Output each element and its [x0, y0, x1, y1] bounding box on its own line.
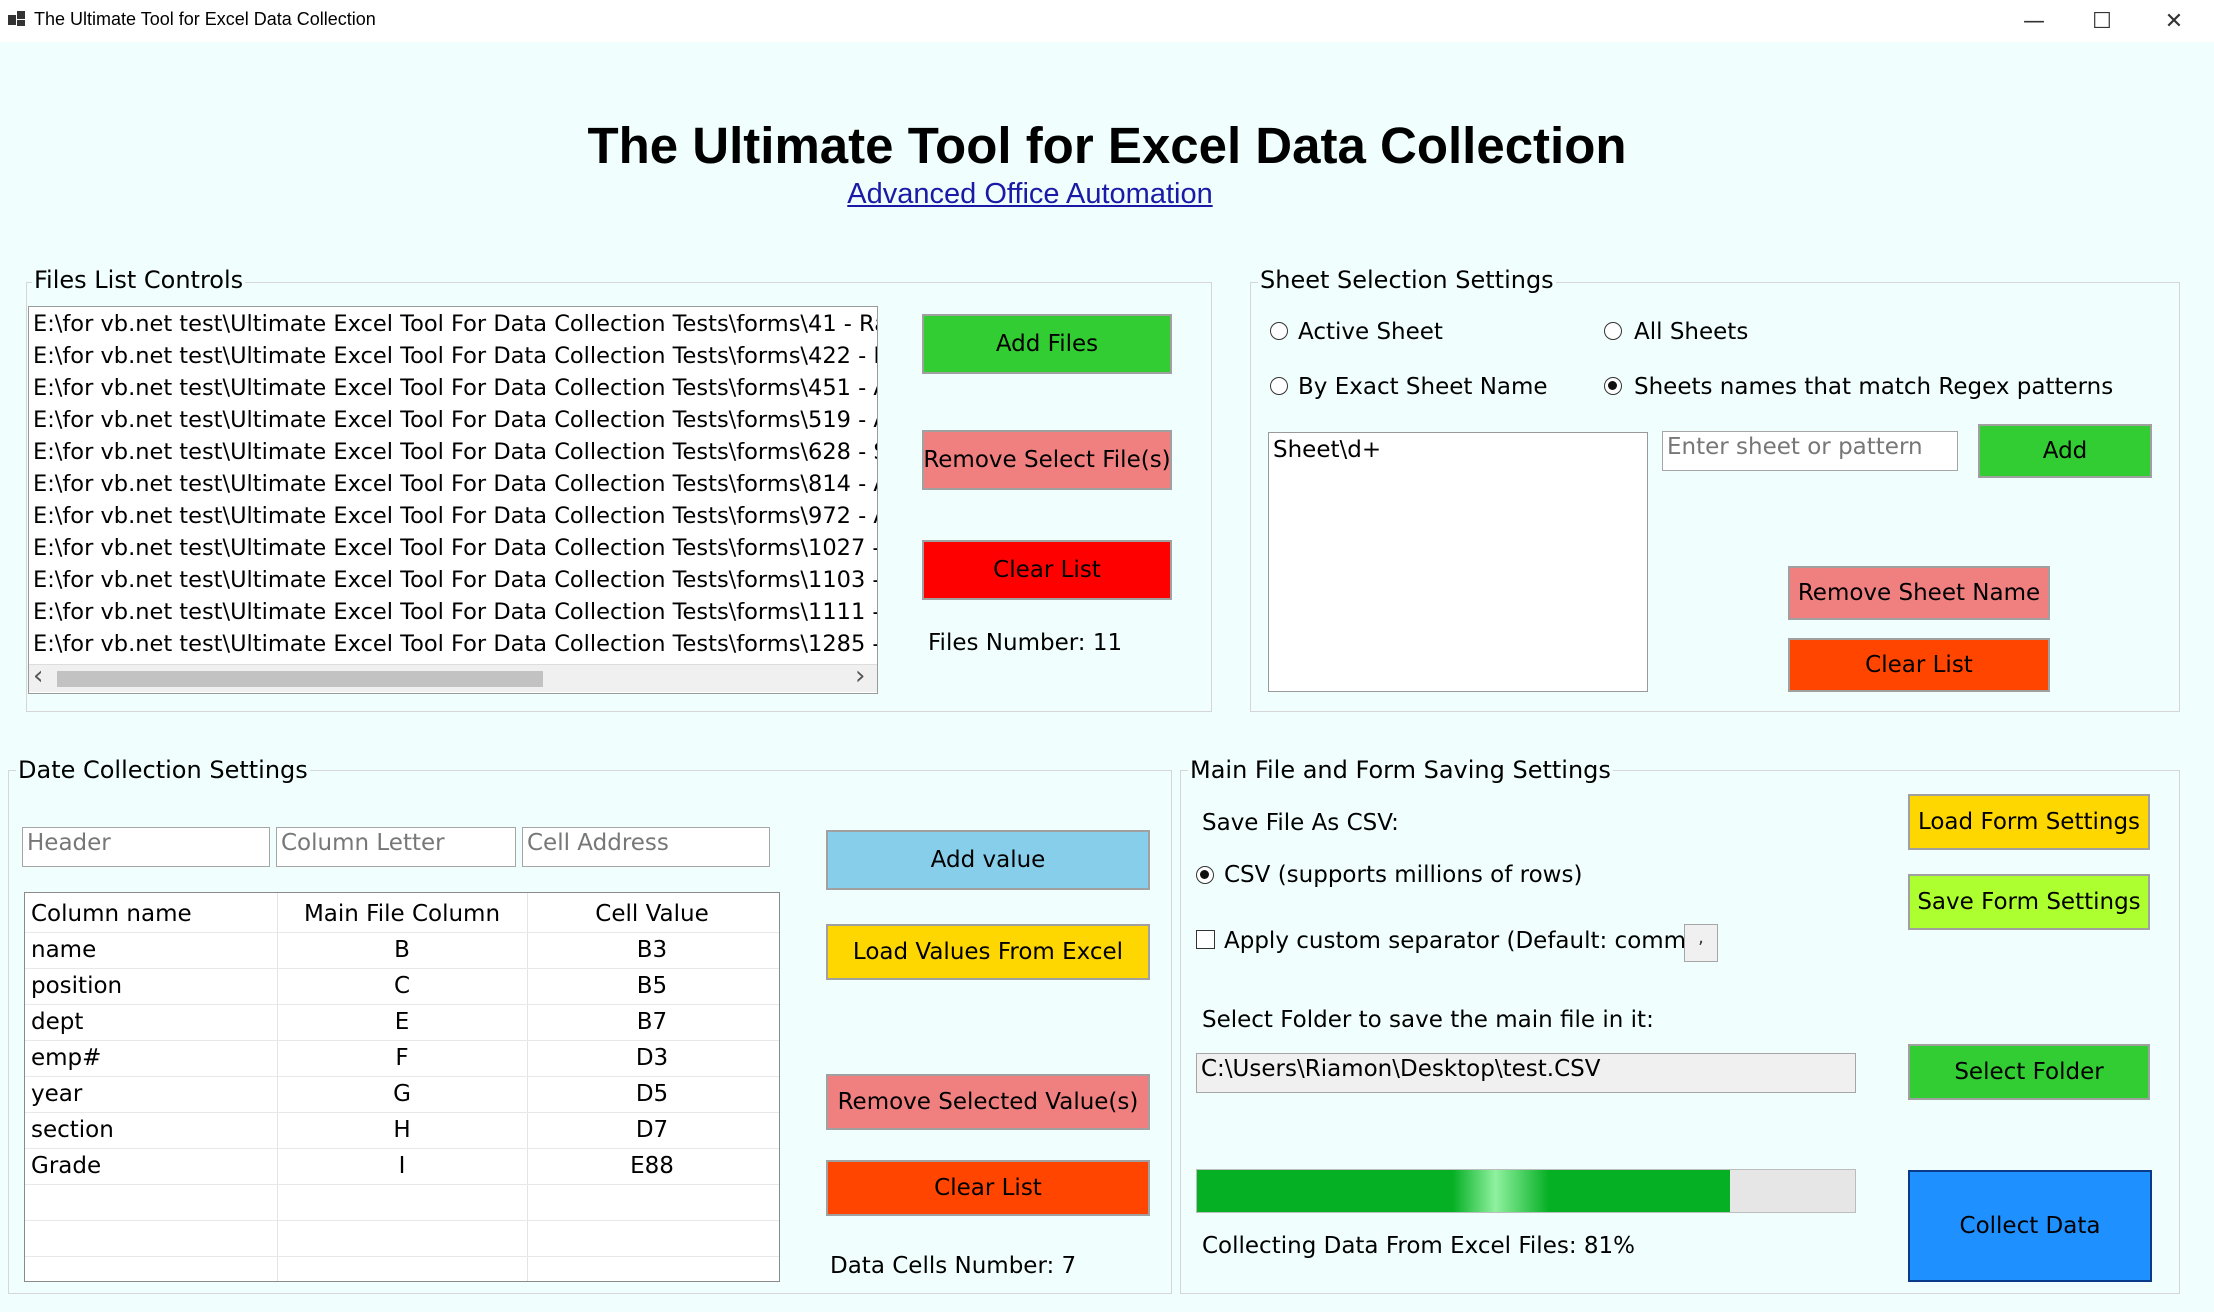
clear-files-button[interactable]: Clear List — [922, 540, 1172, 600]
progress-status-label: Collecting Data From Excel Files: 81% — [1202, 1233, 1635, 1259]
file-item[interactable]: E:\for vb.net test\Ultimate Excel Tool F… — [33, 439, 878, 465]
progress-bar — [1196, 1169, 1856, 1213]
sheet-patterns-listbox[interactable]: Sheet\d+ — [1268, 432, 1648, 692]
sheet-pattern-input[interactable]: Enter sheet or pattern — [1662, 431, 1958, 471]
file-item[interactable]: E:\for vb.net test\Ultimate Excel Tool F… — [33, 599, 878, 625]
progress-bar-fill — [1197, 1170, 1730, 1212]
file-item[interactable]: E:\for vb.net test\Ultimate Excel Tool F… — [33, 471, 878, 497]
table-cell[interactable]: I — [277, 1153, 527, 1179]
save-as-csv-heading: Save File As CSV: — [1202, 810, 1399, 836]
column-header[interactable]: Main File Column — [277, 901, 527, 927]
header-input[interactable]: Header — [22, 827, 270, 867]
csv-option-label: CSV (supports millions of rows) — [1224, 862, 1582, 888]
table-cell[interactable]: D5 — [527, 1081, 777, 1107]
advanced-office-automation-link[interactable]: Advanced Office Automation — [0, 178, 2060, 211]
file-item[interactable]: E:\for vb.net test\Ultimate Excel Tool F… — [33, 535, 878, 561]
load-values-from-excel-button[interactable]: Load Values From Excel — [826, 924, 1150, 980]
file-item[interactable]: E:\for vb.net test\Ultimate Excel Tool F… — [33, 631, 878, 657]
app-icon — [8, 11, 26, 29]
sheet-pattern-item[interactable]: Sheet\d+ — [1273, 437, 1381, 463]
table-cell[interactable]: G — [277, 1081, 527, 1107]
add-files-button[interactable]: Add Files — [922, 314, 1172, 374]
table-cell[interactable]: B7 — [527, 1009, 777, 1035]
all-sheets-radio[interactable] — [1604, 322, 1622, 340]
table-cell[interactable]: year — [31, 1081, 82, 1107]
table-cell[interactable]: name — [31, 937, 96, 963]
exact-sheet-name-radio[interactable] — [1270, 377, 1288, 395]
data-cells-count-label: Data Cells Number: 7 — [830, 1253, 1076, 1279]
column-header[interactable]: Cell Value — [527, 901, 777, 927]
maximize-button[interactable]: ☐ — [2068, 0, 2136, 42]
clear-sheet-list-button[interactable]: Clear List — [1788, 638, 2050, 692]
clear-values-button[interactable]: Clear List — [826, 1160, 1150, 1216]
custom-separator-label: Apply custom separator (Default: comma) — [1224, 928, 1709, 954]
file-item[interactable]: E:\for vb.net test\Ultimate Excel Tool F… — [33, 567, 878, 593]
custom-separator-checkbox[interactable] — [1196, 930, 1215, 949]
table-cell[interactable]: Grade — [31, 1153, 101, 1179]
file-item[interactable]: E:\for vb.net test\Ultimate Excel Tool F… — [33, 311, 878, 337]
table-cell[interactable]: E — [277, 1009, 527, 1035]
add-value-button[interactable]: Add value — [826, 830, 1150, 890]
table-cell[interactable]: position — [31, 973, 122, 999]
table-cell[interactable]: B — [277, 937, 527, 963]
column-header[interactable]: Column name — [31, 901, 192, 927]
cell-address-input[interactable]: Cell Address — [522, 827, 770, 867]
remove-sheet-name-button[interactable]: Remove Sheet Name — [1788, 566, 2050, 620]
exact-sheet-name-label: By Exact Sheet Name — [1298, 374, 1548, 400]
save-form-settings-button[interactable]: Save Form Settings — [1908, 874, 2150, 930]
file-item[interactable]: E:\for vb.net test\Ultimate Excel Tool F… — [33, 503, 878, 529]
remove-selected-files-button[interactable]: Remove Select File(s) — [922, 430, 1172, 490]
files-list-group-label: Files List Controls — [32, 266, 245, 294]
window-title: The Ultimate Tool for Excel Data Collect… — [34, 9, 376, 30]
csv-radio[interactable] — [1196, 866, 1214, 884]
select-folder-label: Select Folder to save the main file in i… — [1202, 1007, 1654, 1033]
data-values-grid[interactable]: Column name Main File Column Cell Value … — [24, 892, 780, 1282]
table-cell[interactable]: C — [277, 973, 527, 999]
minimize-button[interactable]: — — [2000, 0, 2068, 42]
table-cell[interactable]: emp# — [31, 1045, 101, 1071]
folder-path-input[interactable]: C:\Users\Riamon\Desktop\test.CSV — [1196, 1053, 1856, 1093]
regex-pattern-label: Sheets names that match Regex patterns — [1634, 374, 2113, 400]
regex-pattern-radio[interactable] — [1604, 377, 1622, 395]
table-cell[interactable]: dept — [31, 1009, 83, 1035]
file-item[interactable]: E:\for vb.net test\Ultimate Excel Tool F… — [33, 343, 878, 369]
file-item[interactable]: E:\for vb.net test\Ultimate Excel Tool F… — [33, 407, 878, 433]
table-cell[interactable]: B5 — [527, 973, 777, 999]
table-cell[interactable]: B3 — [527, 937, 777, 963]
page-title: The Ultimate Tool for Excel Data Collect… — [0, 116, 2214, 175]
table-cell[interactable]: E88 — [527, 1153, 777, 1179]
files-listbox[interactable]: E:\for vb.net test\Ultimate Excel Tool F… — [28, 306, 878, 694]
table-cell[interactable]: section — [31, 1117, 114, 1143]
sheet-selection-group-label: Sheet Selection Settings — [1258, 266, 1556, 294]
files-count-label: Files Number: 11 — [928, 630, 1122, 656]
file-item[interactable]: E:\for vb.net test\Ultimate Excel Tool F… — [33, 375, 878, 401]
close-button[interactable]: ✕ — [2140, 0, 2208, 42]
select-folder-button[interactable]: Select Folder — [1908, 1044, 2150, 1100]
load-form-settings-button[interactable]: Load Form Settings — [1908, 794, 2150, 850]
active-sheet-label: Active Sheet — [1298, 319, 1443, 345]
collect-data-button[interactable]: Collect Data — [1908, 1170, 2152, 1282]
all-sheets-label: All Sheets — [1634, 319, 1748, 345]
files-horizontal-scrollbar[interactable]: ‹ › — [29, 664, 877, 692]
scroll-left-arrow-icon[interactable]: ‹ — [33, 661, 43, 691]
column-letter-input[interactable]: Column Letter — [276, 827, 516, 867]
table-cell[interactable]: H — [277, 1117, 527, 1143]
separator-input[interactable]: , — [1684, 924, 1718, 962]
save-settings-group-label: Main File and Form Saving Settings — [1188, 756, 1613, 784]
title-bar: The Ultimate Tool for Excel Data Collect… — [0, 0, 2214, 42]
table-cell[interactable]: D3 — [527, 1045, 777, 1071]
remove-selected-values-button[interactable]: Remove Selected Value(s) — [826, 1074, 1150, 1130]
table-cell[interactable]: F — [277, 1045, 527, 1071]
table-cell[interactable]: D7 — [527, 1117, 777, 1143]
data-collection-group-label: Date Collection Settings — [16, 756, 310, 784]
active-sheet-radio[interactable] — [1270, 322, 1288, 340]
scrollbar-thumb[interactable] — [57, 671, 543, 687]
add-sheet-pattern-button[interactable]: Add — [1978, 424, 2152, 478]
scroll-right-arrow-icon[interactable]: › — [855, 661, 865, 691]
